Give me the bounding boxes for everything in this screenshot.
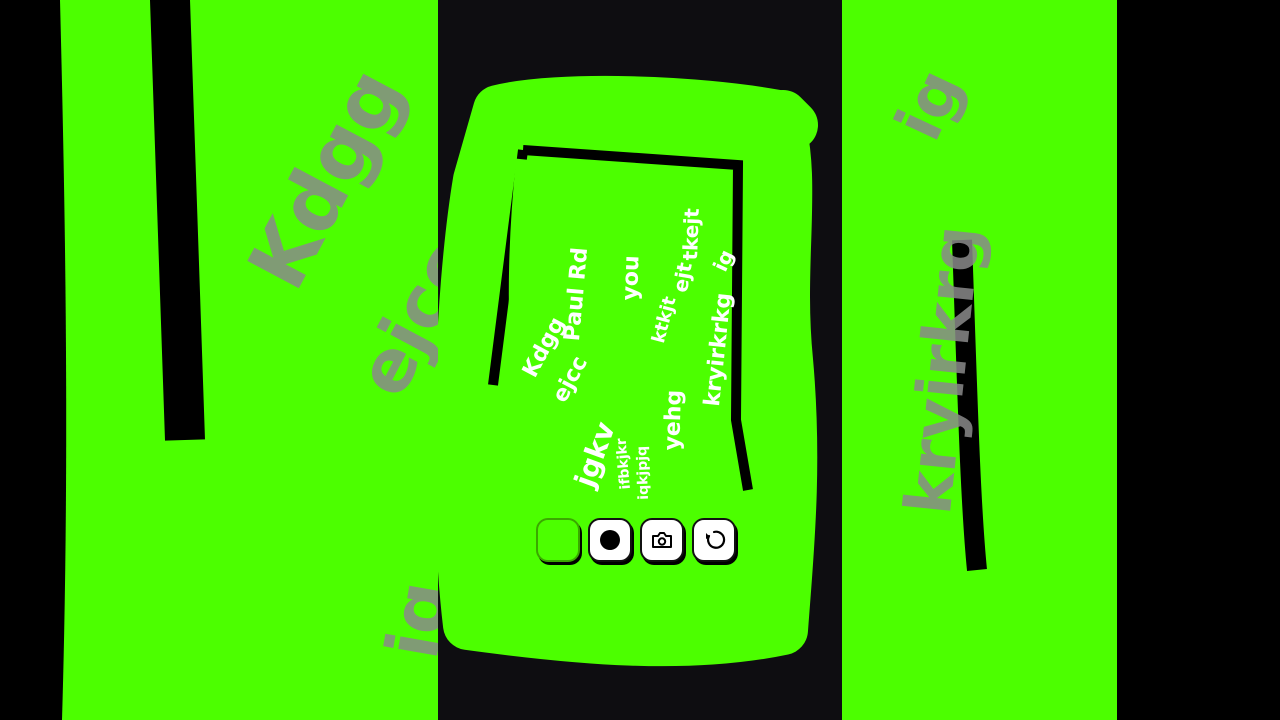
brush-dot-icon xyxy=(600,530,620,550)
drawing-toolbar xyxy=(536,518,736,562)
undo-button[interactable] xyxy=(692,518,736,562)
right-background-panel: kryirkrg ig xyxy=(842,0,1280,720)
color-swatch-button[interactable] xyxy=(536,518,580,562)
camera-icon xyxy=(652,532,672,548)
drawing-canvas[interactable]: Kdgg Paul Rd ejcc jgkv you yehg kryirkrk… xyxy=(438,0,842,720)
doodle-text-5: you xyxy=(618,254,645,301)
brush-size-button[interactable] xyxy=(588,518,632,562)
ghost-text-3: iq xyxy=(370,574,438,665)
doodle-text-9: ejt xyxy=(668,260,697,295)
doodle-text-10: tkejt xyxy=(678,207,704,261)
camera-button[interactable] xyxy=(640,518,684,562)
undo-icon xyxy=(706,530,726,549)
left-background-panel: Kdgg ejcc iq xyxy=(0,0,438,720)
doodle-text-11: iqkjpjq xyxy=(634,445,652,500)
doodle-text-6: yehg xyxy=(660,389,688,451)
green-scribble xyxy=(438,75,818,667)
